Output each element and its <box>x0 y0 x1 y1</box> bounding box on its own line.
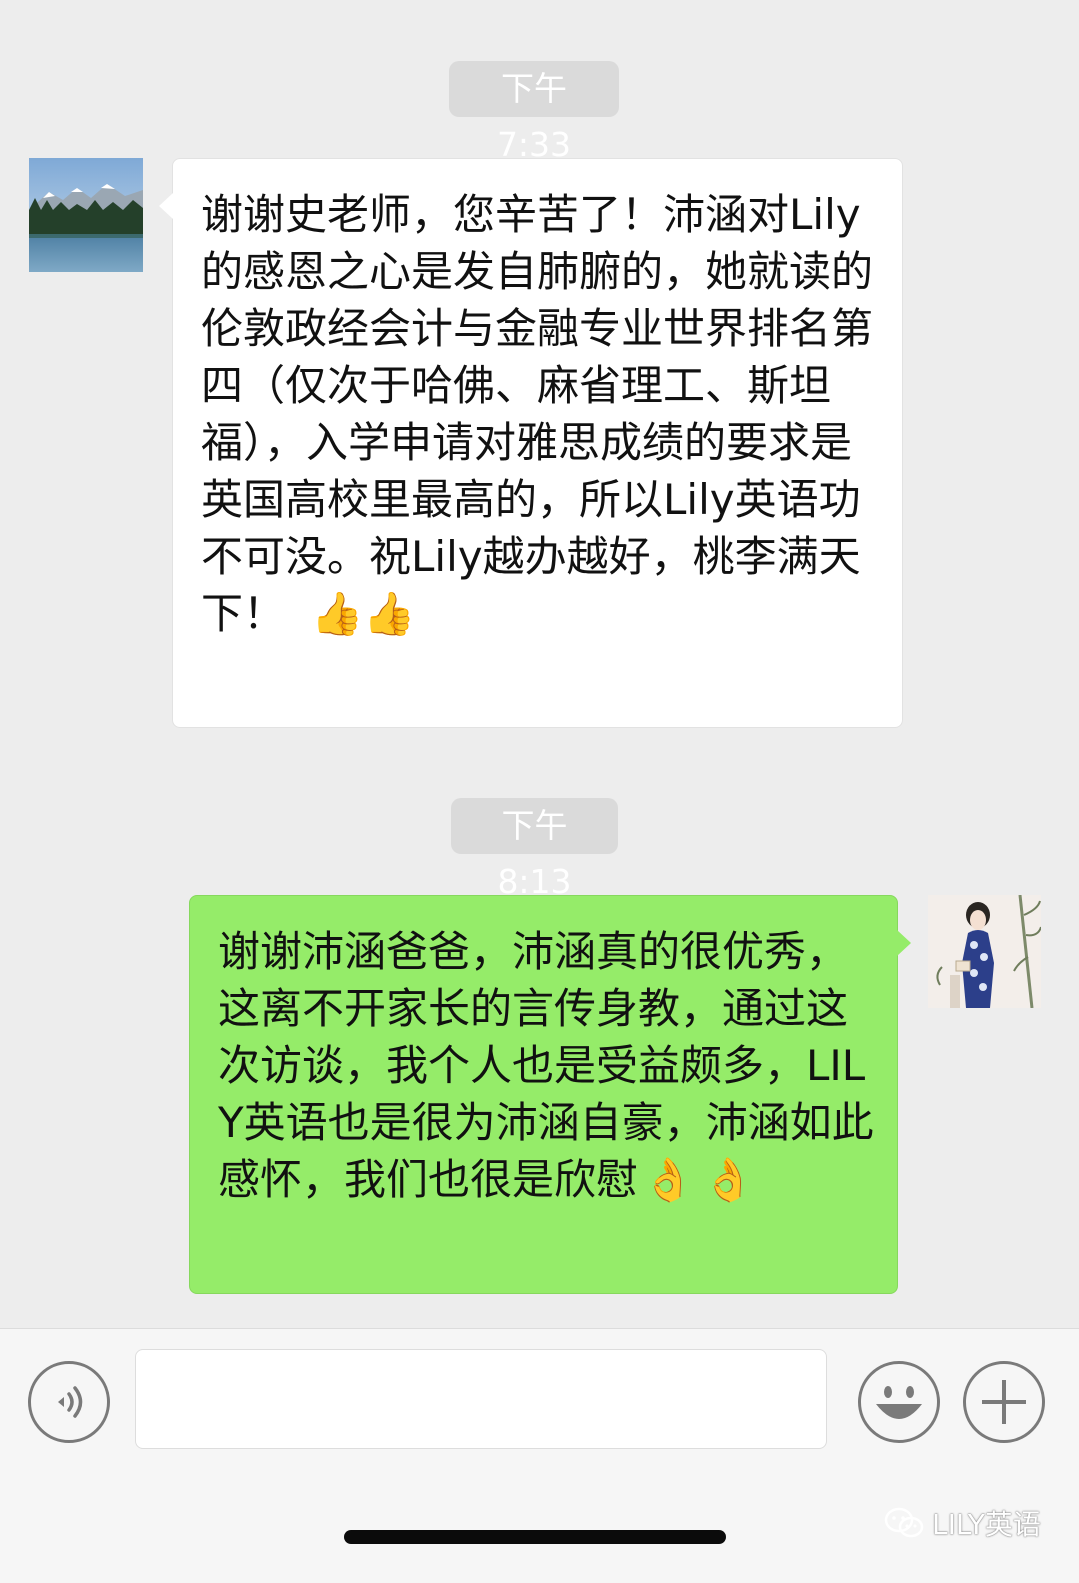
thumbs-up-icon: 👍 <box>311 589 364 638</box>
qipao-woman-avatar <box>928 895 1041 1008</box>
timestamp: 下午8:13 <box>451 798 618 901</box>
chat-area[interactable]: 下午7:33 谢谢史老师，您辛苦了！沛涵对Lily的感恩之心是发自肺腑的，她就读… <box>0 0 1079 1328</box>
message-bubble-received[interactable]: 谢谢史老师，您辛苦了！沛涵对Lily的感恩之心是发自肺腑的，她就读的伦敦政经会计… <box>159 158 903 728</box>
voice-button[interactable] <box>28 1361 110 1443</box>
ok-hand-icon: 👌 <box>642 1155 695 1204</box>
message-text: 谢谢沛涵爸爸，沛涵真的很优秀，这离不开家长的言传身教，通过这次访谈，我个人也是受… <box>218 927 874 1204</box>
message-bubble-sent[interactable]: 谢谢沛涵爸爸，沛涵真的很优秀，这离不开家长的言传身教，通过这次访谈，我个人也是受… <box>189 895 911 1294</box>
home-indicator[interactable] <box>344 1530 726 1544</box>
wechat-icon <box>884 1507 924 1538</box>
voice-icon <box>58 1386 83 1418</box>
emoji-button[interactable] <box>858 1361 940 1443</box>
mountain-lake-avatar <box>29 158 143 272</box>
timestamp: 下午7:33 <box>449 61 619 164</box>
watermark-text: LILY英语 <box>932 1508 1041 1541</box>
avatar[interactable] <box>928 895 1041 1008</box>
avatar[interactable] <box>29 158 143 272</box>
ok-hand-icon: 👌 <box>702 1155 755 1204</box>
plus-icon <box>982 1380 1026 1424</box>
smiley-icon <box>876 1386 922 1419</box>
thumbs-up-icon: 👍 <box>363 589 416 638</box>
message-text: 谢谢史老师，您辛苦了！沛涵对Lily的感恩之心是发自肺腑的，她就读的伦敦政经会计… <box>201 190 874 638</box>
message-input[interactable] <box>135 1349 827 1449</box>
more-button[interactable] <box>963 1361 1045 1443</box>
watermark: LILY英语 <box>884 1503 1041 1543</box>
